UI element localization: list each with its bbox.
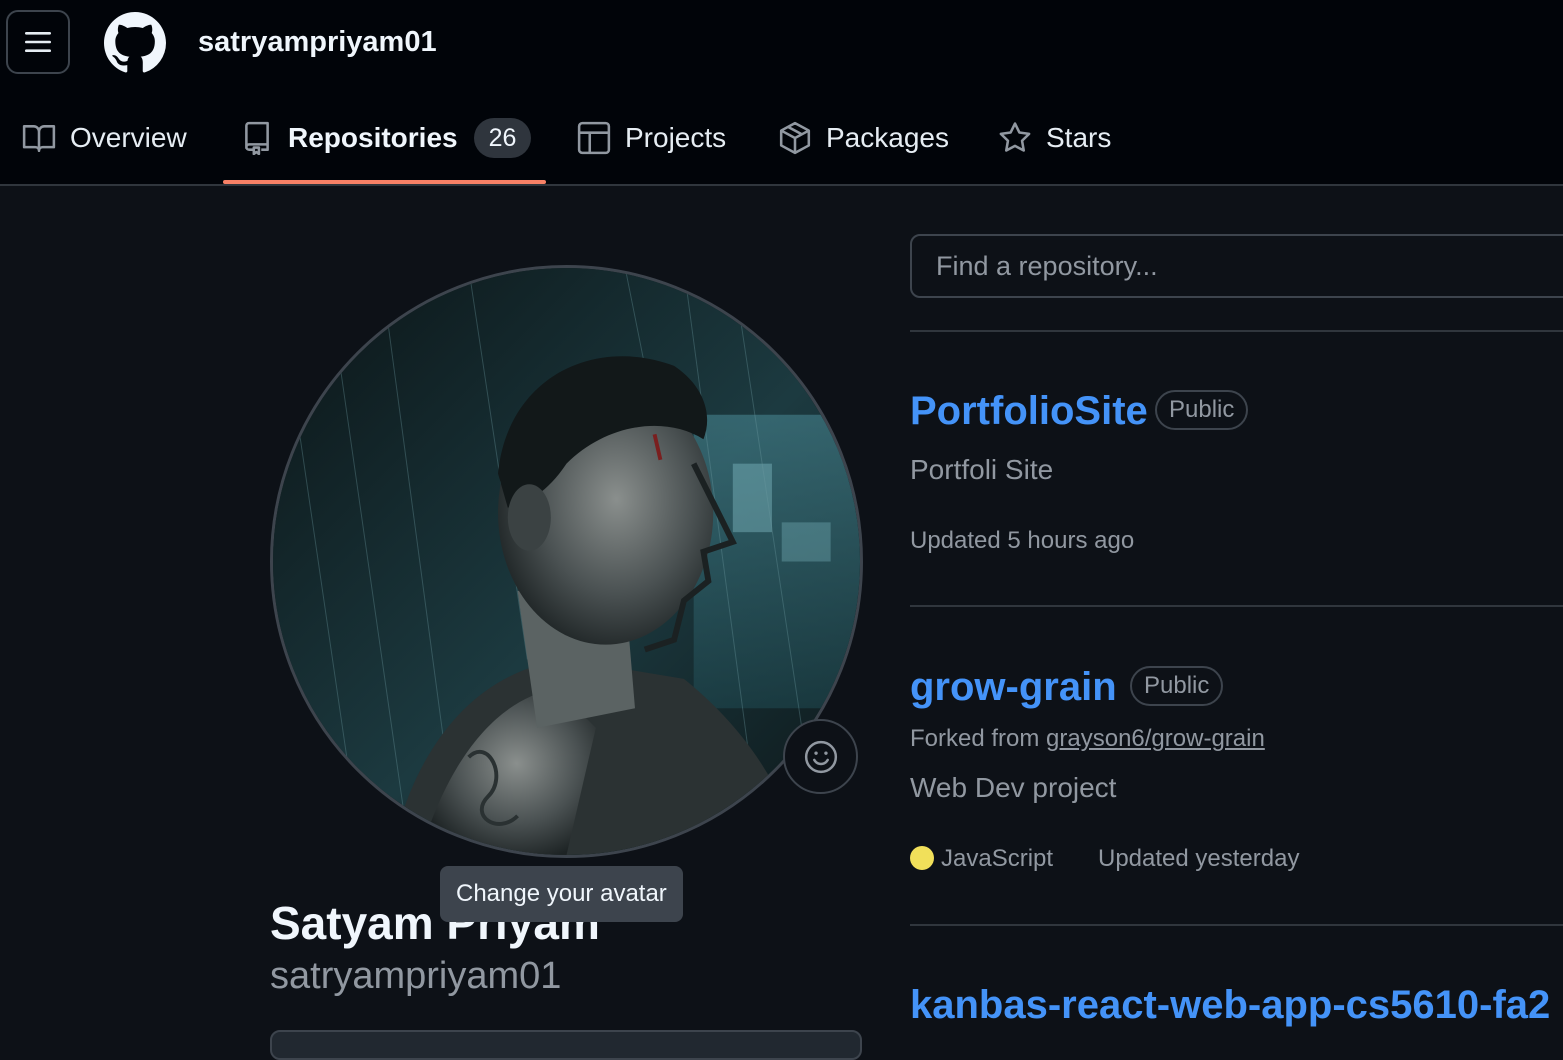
- repo-updated: Updated 5 hours ago: [910, 527, 1135, 554]
- divider: [910, 605, 1563, 607]
- forked-from: Forked from grayson6/grow-grain: [910, 722, 1265, 756]
- language-color-dot: [910, 846, 934, 870]
- menu-button[interactable]: [6, 10, 70, 74]
- star-icon: [999, 122, 1031, 152]
- tab-stars[interactable]: Stars: [998, 108, 1111, 168]
- profile-header: satryampriyam01 Overview Repositories 26…: [0, 0, 1563, 186]
- repo-name-link[interactable]: grow-grain: [910, 662, 1117, 712]
- repo-name-link[interactable]: PortfolioSite: [910, 386, 1148, 436]
- forked-from-prefix: Forked from: [910, 725, 1047, 752]
- tab-stars-label: Stars: [1046, 122, 1112, 153]
- tab-overview-label: Overview: [70, 122, 187, 153]
- book-icon: [22, 125, 56, 153]
- divider: [910, 330, 1563, 332]
- tab-overview[interactable]: Overview: [22, 108, 187, 168]
- repo-updated: Updated yesterday: [1098, 845, 1300, 872]
- avatar-image: [273, 268, 860, 855]
- forked-from-link[interactable]: grayson6/grow-grain: [1046, 725, 1265, 752]
- tab-packages-label: Packages: [826, 122, 949, 153]
- visibility-badge: Public: [1130, 666, 1224, 706]
- tab-repositories[interactable]: Repositories 26: [240, 108, 532, 168]
- github-logo-icon[interactable]: [104, 12, 166, 74]
- visibility-badge: Public: [1155, 390, 1249, 430]
- smiley-icon: [804, 740, 837, 773]
- repo-language: JavaScript: [941, 845, 1054, 872]
- selected-tab-underline: [223, 180, 546, 184]
- repo-description: Web Dev project: [910, 772, 1117, 803]
- repo-icon: [245, 121, 269, 155]
- repository-search-input[interactable]: [910, 234, 1563, 298]
- tab-projects-label: Projects: [625, 122, 727, 153]
- tab-packages[interactable]: Packages: [778, 108, 949, 168]
- set-status-button[interactable]: [783, 719, 858, 794]
- divider: [910, 924, 1563, 926]
- edit-profile-button[interactable]: [270, 1030, 862, 1060]
- repo-name-link[interactable]: kanbas-react-web-app-cs5610-fa2: [910, 980, 1550, 1030]
- hamburger-icon: [25, 32, 51, 52]
- repo-description: Portfoli Site: [910, 454, 1054, 485]
- header-username[interactable]: satryampriyam01: [198, 22, 437, 62]
- tab-projects[interactable]: Projects: [577, 108, 726, 168]
- avatar-tooltip: Change your avatar: [440, 866, 683, 922]
- package-icon: [779, 121, 811, 155]
- tab-repositories-label: Repositories: [288, 122, 458, 153]
- repository-count-badge: 26: [473, 118, 532, 158]
- avatar[interactable]: [270, 265, 863, 858]
- profile-login: satryampriyam01: [270, 955, 562, 997]
- table-icon: [577, 121, 611, 155]
